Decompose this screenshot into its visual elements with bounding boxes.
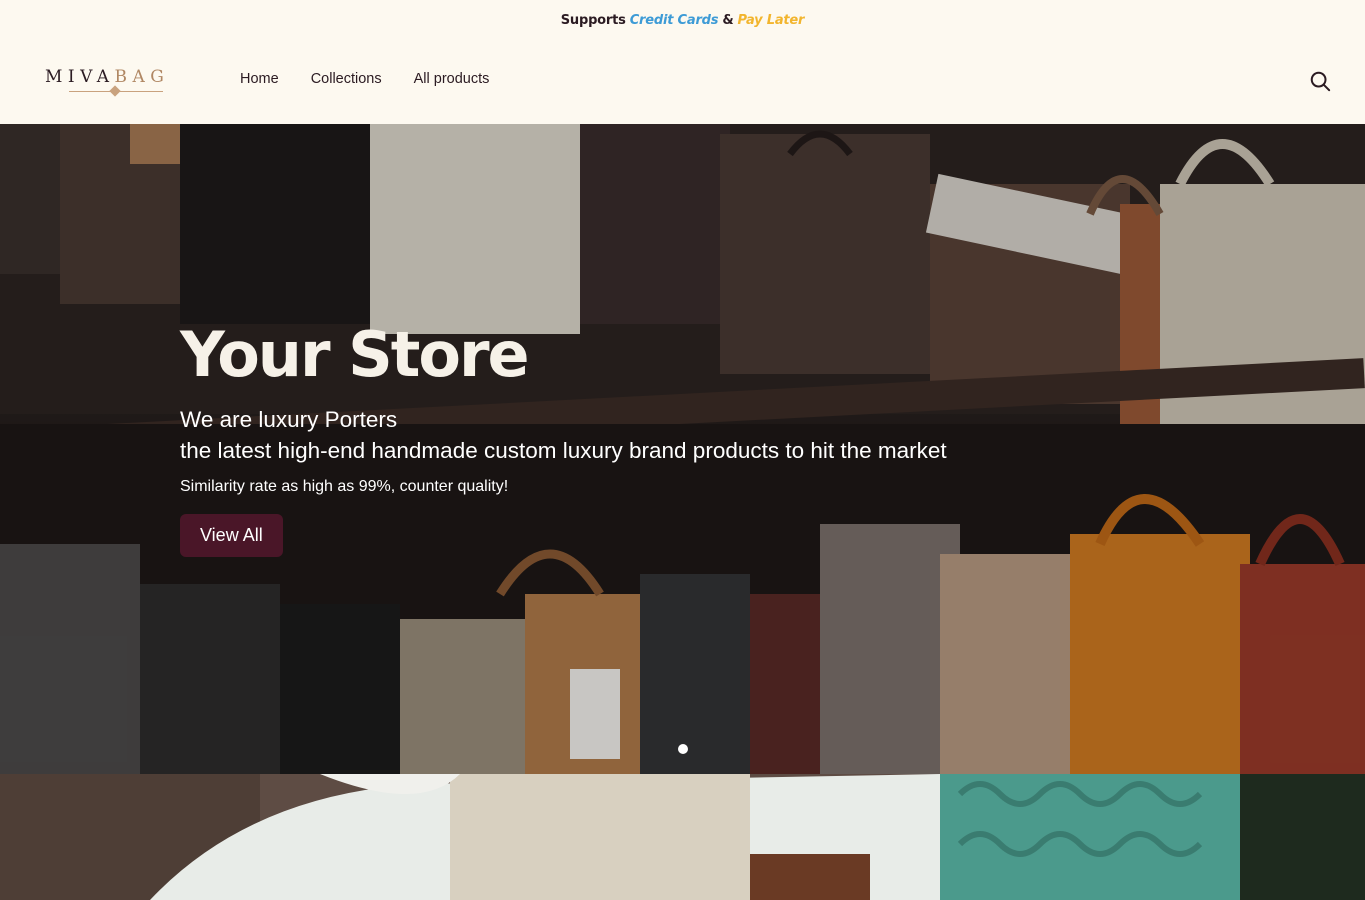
announcement-credit-cards: Credit Cards (629, 12, 719, 28)
nav-collections[interactable]: Collections (311, 71, 382, 87)
secondary-banner (0, 774, 1365, 900)
hero-subtitle-line1: We are luxury Porters (180, 407, 398, 432)
announcement-pay-later: Pay Later (737, 12, 805, 28)
logo-wordmark: MIVABAG (45, 66, 187, 88)
search-icon (1310, 71, 1331, 92)
view-all-button[interactable]: View All (180, 514, 283, 557)
slide-dot-1[interactable] (678, 744, 688, 754)
hero-title: Your Store (180, 318, 530, 391)
hero-banner: Your Store We are luxury Porters the lat… (0, 124, 1365, 774)
logo[interactable]: MIVABAG (45, 66, 187, 98)
announcement-bar: Supports Credit Cards & Pay Later (0, 0, 1365, 40)
nav-all-products[interactable]: All products (414, 71, 490, 87)
hero-note: Similarity rate as high as 99%, counter … (180, 478, 509, 495)
logo-text-b: BAG (114, 67, 170, 87)
logo-text-a: MIVA (45, 67, 115, 87)
hero-subtitle-line2: the latest high-end handmade custom luxu… (180, 438, 947, 463)
hero-subtitle: We are luxury Porters the latest high-en… (180, 404, 980, 466)
announcement-amp: & (722, 12, 734, 28)
site-header: MIVABAG Home Collections All products (0, 40, 1365, 124)
main-nav: Home Collections All products (240, 71, 521, 87)
hero-content: Your Store We are luxury Porters the lat… (180, 320, 1000, 557)
slide-dots (678, 744, 688, 754)
nav-home[interactable]: Home (240, 71, 279, 87)
search-button[interactable] (1309, 70, 1333, 94)
secondary-banner-image (0, 774, 1365, 900)
announcement-prefix: Supports (560, 12, 626, 28)
